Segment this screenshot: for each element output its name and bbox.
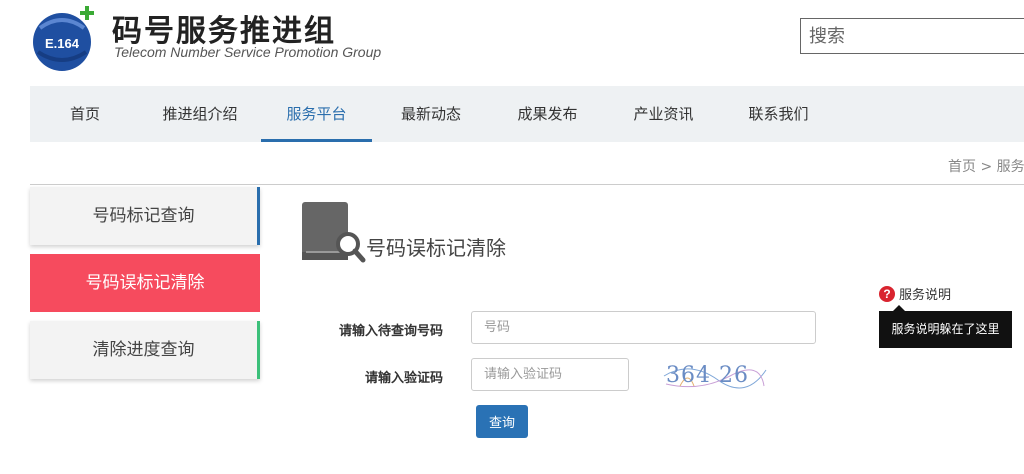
main-nav: 首页 推进组介绍 服务平台 最新动态 成果发布 产业资讯 联系我们 xyxy=(30,86,1024,142)
book-search-icon xyxy=(302,202,366,263)
nav-industry[interactable]: 产业资讯 xyxy=(605,86,722,142)
page-title: 号码误标记清除 xyxy=(366,236,506,260)
nav-contact[interactable]: 联系我们 xyxy=(722,86,835,142)
site-subtitle: Telecom Number Service Promotion Group xyxy=(114,44,382,60)
search-input[interactable] xyxy=(800,18,1024,54)
phone-input[interactable] xyxy=(471,311,816,344)
service-help-link[interactable]: ? 服务说明 xyxy=(879,284,951,303)
nav-about[interactable]: 推进组介绍 xyxy=(140,86,260,142)
sidebar-item-mark-clear[interactable]: 号码误标记清除 xyxy=(30,254,260,312)
query-button[interactable]: 查询 xyxy=(476,405,528,438)
nav-results[interactable]: 成果发布 xyxy=(490,86,605,142)
question-icon: ? xyxy=(879,285,895,302)
sidebar-item-progress-query[interactable]: 清除进度查询 xyxy=(30,321,260,379)
e164-logo: E.164 xyxy=(33,6,94,71)
nav-news[interactable]: 最新动态 xyxy=(372,86,490,142)
captcha-image[interactable]: 364 26 xyxy=(660,356,770,392)
captcha-text: 364 26 xyxy=(666,363,749,388)
help-label: 服务说明 xyxy=(899,288,952,303)
logo-text: E.164 xyxy=(45,36,80,51)
phone-label: 请输入待查询号码 xyxy=(338,324,443,339)
captcha-label: 请输入验证码 xyxy=(364,371,443,386)
nav-home[interactable]: 首页 xyxy=(30,86,140,142)
sidebar-item-mark-query[interactable]: 号码标记查询 xyxy=(30,187,260,245)
breadcrumb[interactable]: 首页 > 服务 xyxy=(948,156,1024,176)
divider xyxy=(30,184,1024,185)
help-tooltip: 服务说明躲在了这里 xyxy=(879,305,1012,348)
nav-service-platform[interactable]: 服务平台 xyxy=(261,86,372,142)
captcha-input[interactable] xyxy=(471,358,629,391)
